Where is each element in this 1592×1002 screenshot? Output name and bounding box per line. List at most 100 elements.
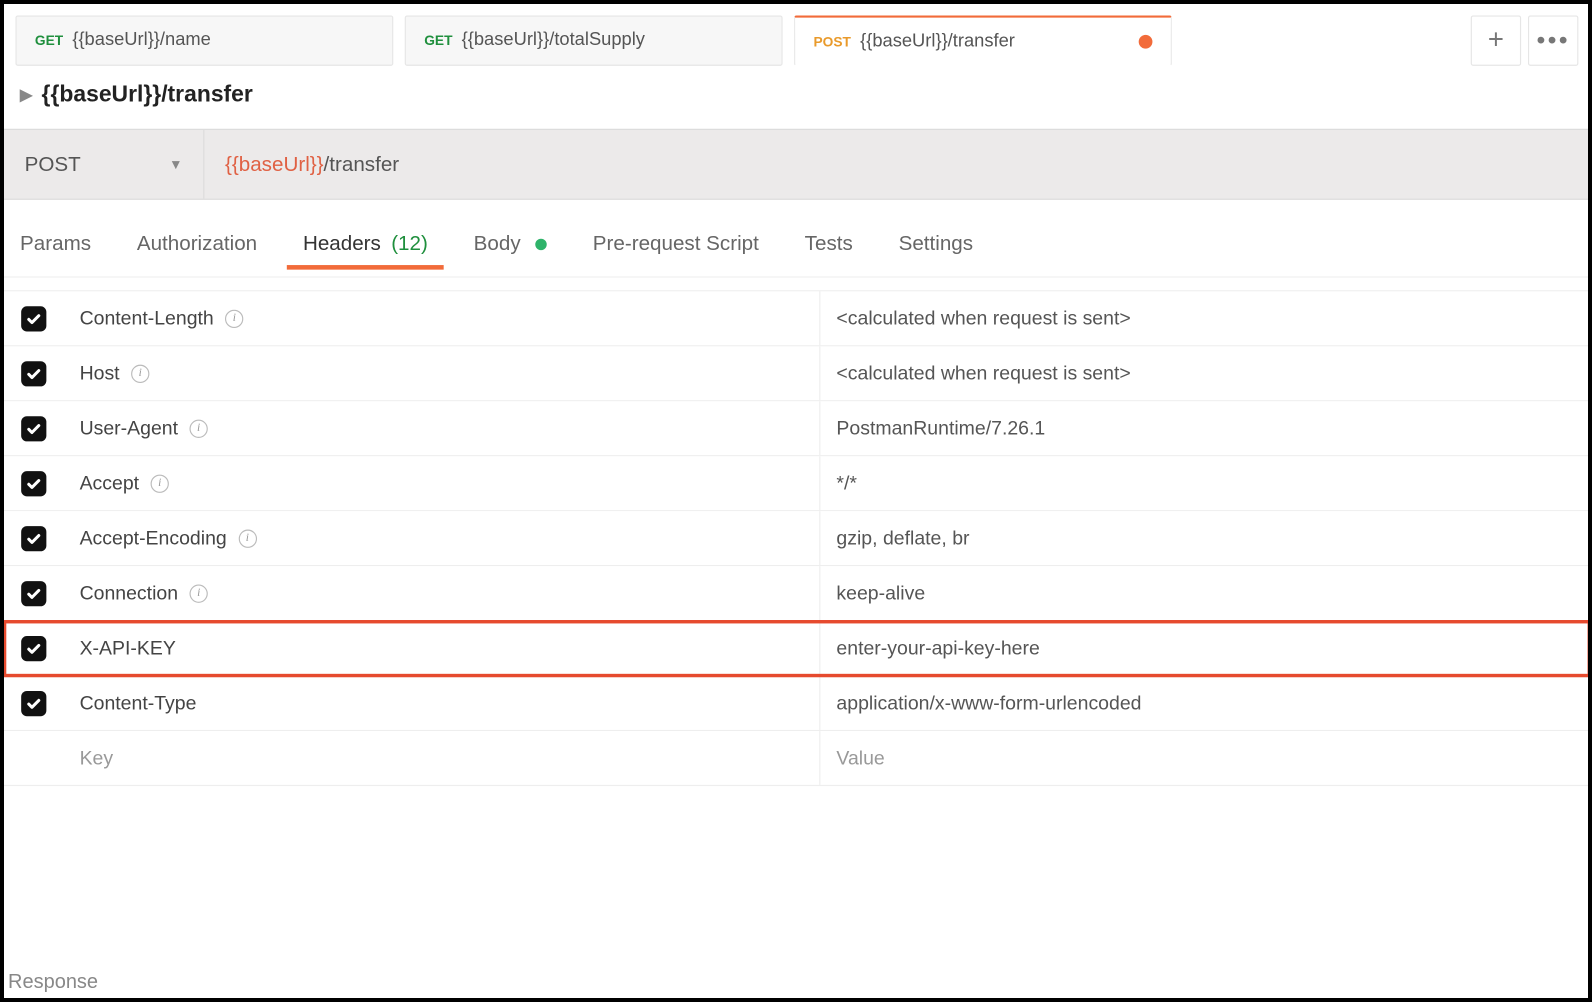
header-key-text: Connection: [80, 582, 178, 605]
request-tab[interactable]: GET {{baseUrl}}/name: [15, 15, 393, 65]
plus-icon: +: [1488, 27, 1504, 54]
info-icon[interactable]: i: [190, 584, 208, 602]
header-key-cell[interactable]: X-API-KEY: [64, 637, 820, 660]
header-value-text: <calculated when request is sent>: [836, 307, 1130, 330]
new-header-row[interactable]: Key Value: [4, 731, 1590, 786]
tab-body[interactable]: Body: [474, 232, 547, 267]
header-value-text: <calculated when request is sent>: [836, 362, 1130, 385]
header-value-cell[interactable]: enter-your-api-key-here: [819, 621, 1590, 675]
header-key-cell[interactable]: User-Agent i: [64, 417, 820, 440]
header-key-cell[interactable]: Accept-Encoding i: [64, 527, 820, 550]
header-key-input[interactable]: Key: [64, 747, 820, 770]
header-enabled-checkbox[interactable]: [4, 526, 64, 551]
url-path: /transfer: [324, 152, 400, 176]
header-row: Content-Length i <calculated when request …: [4, 291, 1590, 346]
url-variable: {{baseUrl}}: [225, 152, 324, 176]
unsaved-indicator-icon: [1139, 34, 1153, 48]
header-key-text: Content-Length: [80, 307, 214, 330]
tab-overflow-button[interactable]: •••: [1528, 15, 1578, 65]
header-enabled-checkbox[interactable]: [4, 361, 64, 386]
request-subtabs: Params Authorization Headers (12) Body P…: [4, 200, 1590, 277]
header-enabled-checkbox[interactable]: [4, 635, 64, 660]
request-tabs-bar: GET {{baseUrl}}/name GET{{baseUrl}}/totalS…: [4, 4, 1590, 66]
chevron-down-icon: ▼: [169, 156, 183, 172]
http-method-select[interactable]: POST ▼: [4, 130, 204, 199]
scroll-cutoff: [4, 278, 1590, 292]
tab-authorization[interactable]: Authorization: [137, 232, 257, 267]
header-key-cell[interactable]: Content-Length i: [64, 307, 820, 330]
header-value-input[interactable]: Value: [819, 731, 1590, 785]
request-title-row: ▶ {{baseUrl}}/transfer: [4, 66, 1590, 129]
tab-tests[interactable]: Tests: [805, 232, 853, 267]
info-icon[interactable]: i: [131, 364, 149, 382]
checkmark-icon: [21, 690, 46, 715]
header-key-cell[interactable]: Connection i: [64, 582, 820, 605]
header-value-text: enter-your-api-key-here: [836, 637, 1039, 660]
header-enabled-checkbox[interactable]: [4, 690, 64, 715]
header-key-text: X-API-KEY: [80, 637, 176, 660]
tab-body-label: Body: [474, 232, 521, 255]
response-section-label: Response: [8, 971, 98, 994]
info-icon[interactable]: i: [189, 419, 207, 437]
info-icon[interactable]: i: [151, 474, 169, 492]
tab-headers[interactable]: Headers (12): [303, 232, 428, 267]
header-key-text: User-Agent: [80, 417, 178, 440]
header-value-text: keep-alive: [836, 582, 925, 605]
header-key-cell[interactable]: Hosti: [64, 362, 820, 385]
checkmark-icon: [21, 635, 46, 660]
header-key-text: Accept: [80, 472, 140, 495]
header-key-cell[interactable]: Content-Type: [64, 692, 820, 715]
tab-prerequest[interactable]: Pre-request Script: [593, 232, 759, 267]
info-icon[interactable]: i: [225, 309, 243, 327]
tab-label: {{baseUrl}}/name: [72, 30, 211, 51]
tab-headers-label: Headers: [303, 232, 381, 255]
header-enabled-checkbox[interactable]: [4, 416, 64, 441]
headers-table: Content-Length i <calculated when request …: [4, 277, 1590, 787]
info-icon[interactable]: i: [238, 529, 256, 547]
headers-count: (12): [391, 232, 428, 255]
header-value-cell[interactable]: <calculated when request is sent>: [819, 346, 1590, 400]
tab-params[interactable]: Params: [20, 232, 91, 267]
tab-actions: + •••: [1471, 15, 1579, 65]
request-tab[interactable]: POST {{baseUrl}}/transfer: [794, 15, 1172, 65]
checkmark-icon: [21, 306, 46, 331]
more-icon: •••: [1537, 26, 1570, 56]
request-tab[interactable]: GET{{baseUrl}}/totalSupply: [405, 15, 783, 65]
header-value-cell[interactable]: <calculated when request is sent>: [819, 291, 1590, 345]
header-value-text: */*: [836, 472, 857, 495]
header-key-text: Accept-Encoding: [80, 527, 227, 550]
method-badge: POST: [814, 33, 851, 49]
url-input[interactable]: {{baseUrl}} /transfer: [204, 130, 1589, 199]
header-value-cell[interactable]: gzip, deflate, br: [819, 511, 1590, 565]
tab-label: {{baseUrl}}/transfer: [860, 31, 1015, 52]
header-row: X-API-KEY enter-your-api-key-here: [4, 621, 1590, 676]
checkmark-icon: [21, 471, 46, 496]
new-tab-button[interactable]: +: [1471, 15, 1521, 65]
expand-icon[interactable]: ▶: [20, 85, 32, 104]
header-enabled-checkbox[interactable]: [4, 306, 64, 331]
header-value-cell[interactable]: PostmanRuntime/7.26.1: [819, 401, 1590, 455]
header-row: User-Agent i PostmanRuntime/7.26.1: [4, 401, 1590, 456]
checkmark-icon: [21, 416, 46, 441]
checkmark-icon: [21, 526, 46, 551]
method-badge: GET: [35, 33, 63, 49]
header-row: Content-Type application/x-www-form-urlen…: [4, 676, 1590, 731]
header-row: Hosti <calculated when request is sent>: [4, 346, 1590, 401]
header-row: Accept-Encoding i gzip, deflate, br: [4, 511, 1590, 566]
checkmark-icon: [21, 581, 46, 606]
header-value-text: gzip, deflate, br: [836, 527, 969, 550]
header-value-cell[interactable]: */*: [819, 456, 1590, 510]
header-key-text: Content-Type: [80, 692, 197, 715]
header-value-text: PostmanRuntime/7.26.1: [836, 417, 1045, 440]
tab-settings[interactable]: Settings: [899, 232, 973, 267]
header-row: Accepti */*: [4, 456, 1590, 511]
http-method-label: POST: [25, 152, 81, 176]
header-value-cell[interactable]: application/x-www-form-urlencoded: [819, 676, 1590, 730]
request-title: {{baseUrl}}/transfer: [42, 82, 253, 108]
header-enabled-checkbox[interactable]: [4, 471, 64, 496]
header-enabled-checkbox[interactable]: [4, 581, 64, 606]
header-value-cell[interactable]: keep-alive: [819, 566, 1590, 620]
header-key-cell[interactable]: Accepti: [64, 472, 820, 495]
tab-label: {{baseUrl}}/totalSupply: [462, 30, 645, 51]
checkmark-icon: [21, 361, 46, 386]
